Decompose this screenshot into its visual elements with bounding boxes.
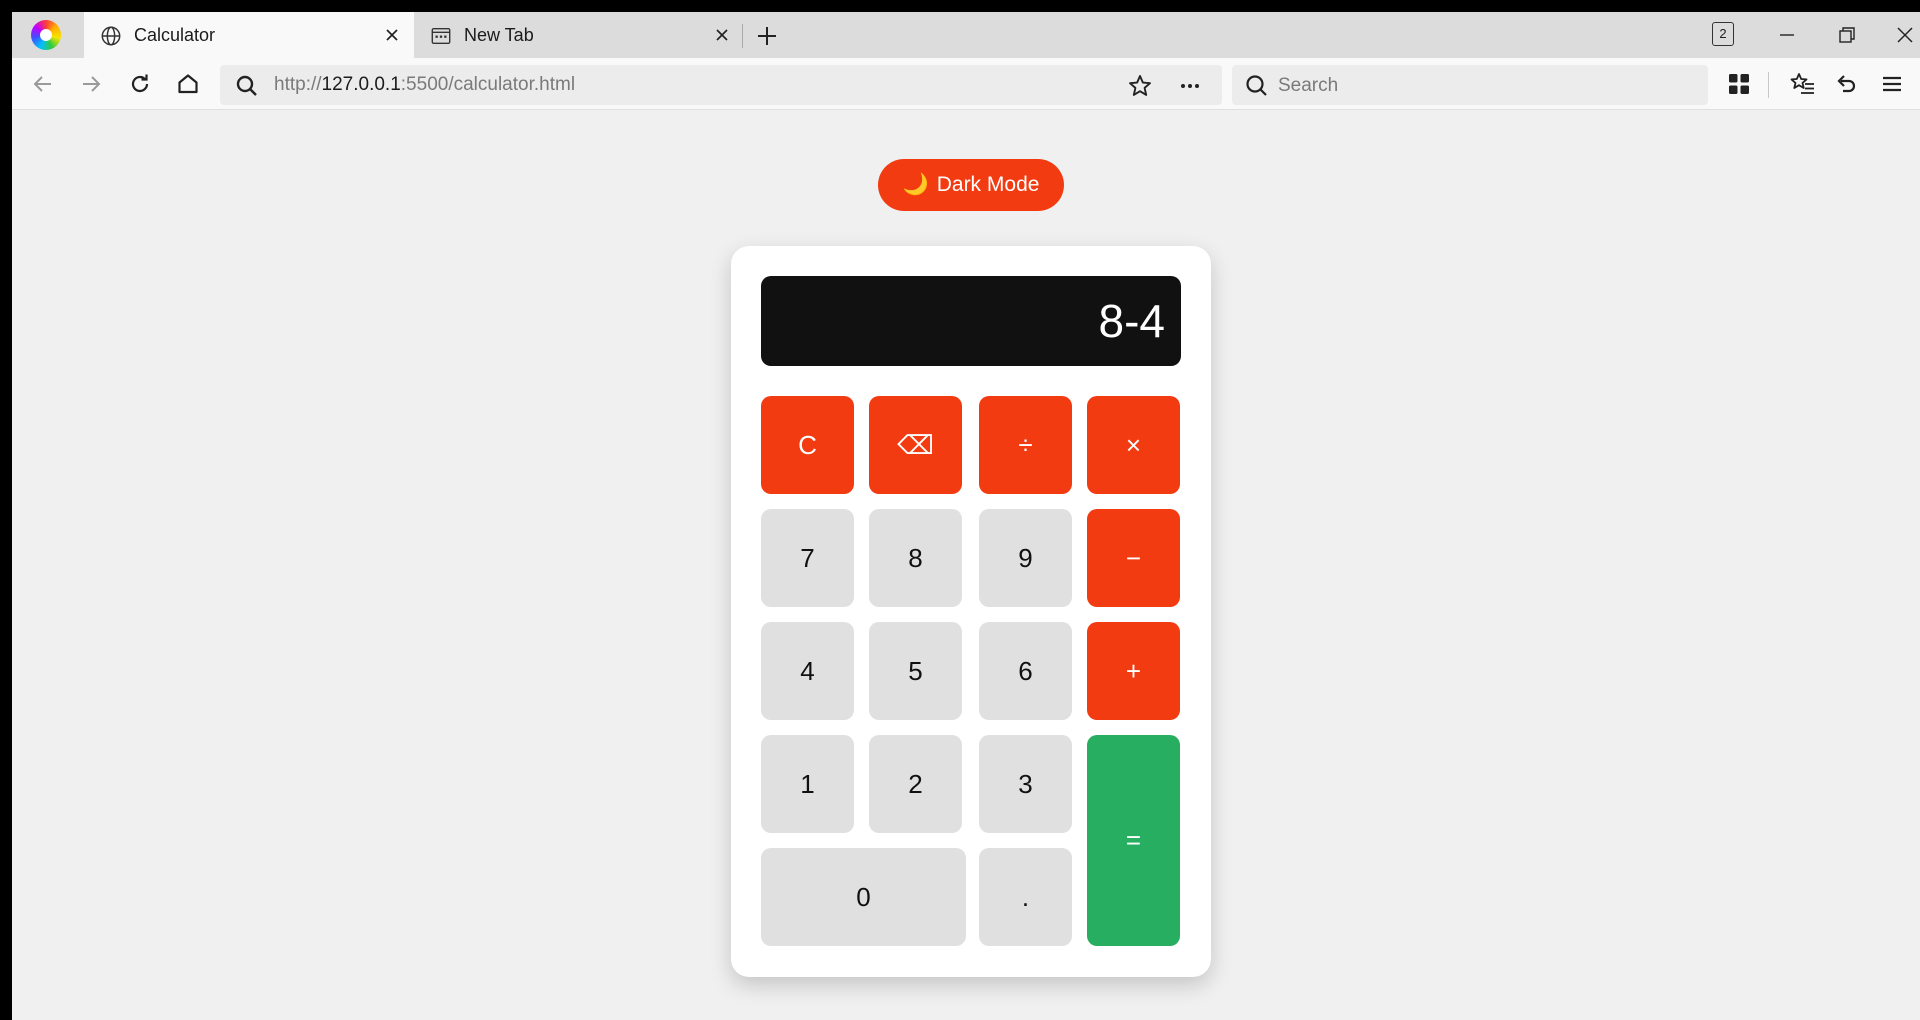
digit-7-button[interactable]: 7 [761,509,854,607]
equals-button[interactable]: = [1087,735,1180,946]
url-text[interactable]: http://127.0.0.1:5500/calculator.html [274,74,575,96]
new-tab-page-icon [431,27,451,45]
digit-3-button[interactable]: 3 [979,735,1072,833]
toolbar-separator [1768,72,1769,98]
moon-icon: 🌙 [902,173,929,196]
back-arrow-icon[interactable] [30,71,56,97]
digit-8-button[interactable]: 8 [869,509,962,607]
tab-separator [742,24,743,48]
apps-grid-icon[interactable] [1726,71,1752,97]
digit-9-button[interactable]: 9 [979,509,1072,607]
restore-icon[interactable] [1834,22,1860,48]
tab-count-badge[interactable]: 2 [1712,22,1734,46]
globe-icon [101,26,121,46]
search-bar[interactable] [1232,65,1708,105]
reload-icon[interactable] [127,71,153,97]
browser-window: Calculator New Tab 2 http://127.0.0.1:55… [12,12,1920,1020]
digit-6-button[interactable]: 6 [979,622,1072,720]
close-tab-icon[interactable] [382,25,402,45]
navigation-bar: http://127.0.0.1:5500/calculator.html [12,58,1920,110]
close-tab-icon[interactable] [712,25,732,45]
search-icon [236,75,257,96]
dark-mode-toggle-button[interactable]: 🌙 Dark Mode [878,159,1064,211]
search-icon [1246,75,1267,96]
subtract-button[interactable]: − [1087,509,1180,607]
tab-title: New Tab [464,25,534,45]
divide-button[interactable]: ÷ [979,396,1072,494]
add-button[interactable]: + [1087,622,1180,720]
url-path: :5500/calculator.html [400,74,576,95]
decimal-point-button[interactable]: . [979,848,1072,946]
backspace-button[interactable]: ⌫ [869,396,962,494]
page-content: 🌙 Dark Mode 8-4 C ⌫ ÷ × 7 8 9 − 4 5 6 + … [12,110,1920,1020]
url-host: 127.0.0.1 [321,74,401,95]
dark-mode-label: Dark Mode [936,173,1040,196]
digit-0-button[interactable]: 0 [761,848,966,946]
tab-new-tab[interactable]: New Tab [414,12,744,58]
tab-strip: Calculator New Tab 2 [12,12,1920,58]
calculator-display: 8-4 [761,276,1181,366]
calculator: 8-4 C ⌫ ÷ × 7 8 9 − 4 5 6 + 1 2 3 = 0 . [731,246,1211,977]
url-scheme: http:// [274,74,322,95]
digit-2-button[interactable]: 2 [869,735,962,833]
menu-icon[interactable] [1879,71,1905,97]
tab-calculator[interactable]: Calculator [84,12,414,58]
digit-1-button[interactable]: 1 [761,735,854,833]
favorites-list-icon[interactable] [1790,71,1816,97]
address-bar[interactable]: http://127.0.0.1:5500/calculator.html [220,65,1222,105]
digit-5-button[interactable]: 5 [869,622,962,720]
search-input[interactable] [1276,71,1700,101]
tab-title: Calculator [134,25,216,45]
minimize-icon[interactable] [1774,22,1800,48]
home-icon[interactable] [175,71,201,97]
more-options-icon[interactable] [1177,73,1203,99]
bookmark-star-icon[interactable] [1127,73,1153,99]
undo-icon[interactable] [1833,71,1859,97]
browser-logo-icon[interactable] [31,20,61,50]
new-tab-plus-icon[interactable] [755,24,779,48]
close-window-icon[interactable] [1892,22,1918,48]
clear-button[interactable]: C [761,396,854,494]
digit-4-button[interactable]: 4 [761,622,854,720]
multiply-button[interactable]: × [1087,396,1180,494]
forward-arrow-icon[interactable] [78,71,104,97]
